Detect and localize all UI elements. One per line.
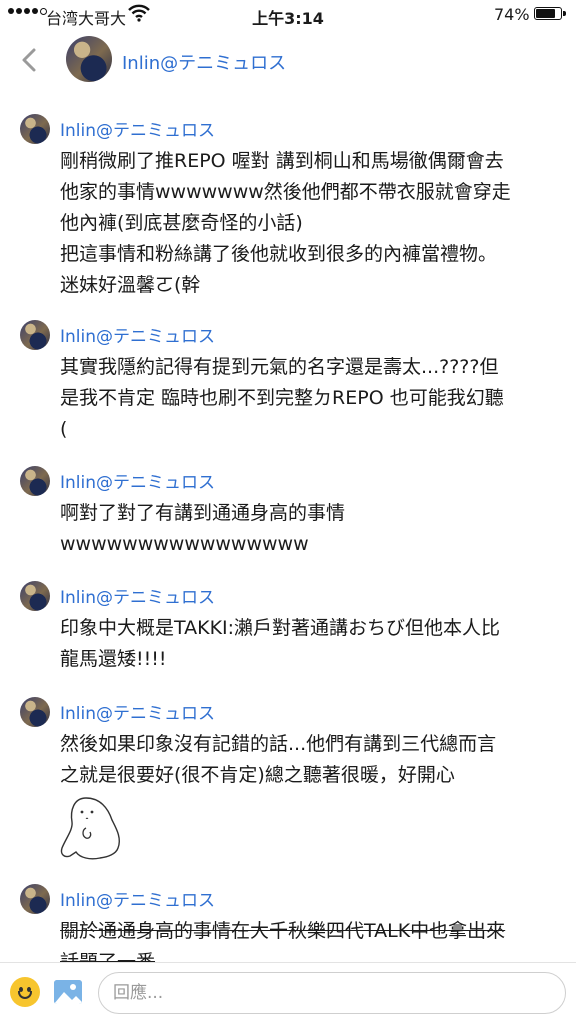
avatar[interactable] (20, 884, 50, 914)
emoji-icon[interactable] (10, 977, 40, 1007)
author-name[interactable]: Inlin@テニミュロス (60, 116, 215, 141)
avatar[interactable] (66, 36, 112, 82)
chevron-left-icon[interactable] (18, 46, 42, 74)
battery-percent: 74% (494, 5, 530, 24)
sticker-image (60, 797, 121, 860)
author-name[interactable]: Inlin@テニミュロス (60, 886, 215, 911)
author-name[interactable]: Inlin@テニミュロス (60, 699, 215, 724)
conversation-header: Inlin@テニミュロス (0, 30, 576, 90)
avatar[interactable] (20, 114, 50, 144)
battery-icon (534, 7, 566, 20)
post-text: 印象中大概是TAKKI:瀨戶對著通講おちび但他本人比 龍馬還矮!!!! (60, 617, 501, 670)
post-text: 剛稍微刷了推REPO 喔對 講到桐山和馬場徹偶爾會去 他家的事情wwwwwww然… (60, 150, 511, 296)
post-text: 然後如果印象沒有記錯的話...他們有講到三代總而言 之就是很要好(很不肯定)總之… (60, 733, 497, 786)
clock: 上午3:14 (252, 9, 324, 28)
reply-input[interactable]: 回應... (98, 972, 566, 1014)
reply-composer: 回應... (0, 962, 576, 1025)
avatar[interactable] (20, 581, 50, 611)
author-name[interactable]: Inlin@テニミュロス (60, 322, 215, 347)
image-icon[interactable] (54, 980, 82, 1004)
author-name[interactable]: Inlin@テニミュロス (60, 583, 215, 608)
post-text: 啊對了對了有講到通通身高的事情 wwwwwwwwwwwwwwww (60, 502, 346, 555)
page-title[interactable]: Inlin@テニミュロス (122, 49, 286, 75)
avatar[interactable] (20, 320, 50, 350)
status-bar: 台湾大哥大 上午3:14 74% (0, 0, 576, 30)
post-text: 其實我隱約記得有提到元氣的名字還是壽太...????但 是我不肯定 臨時也刷不到… (60, 356, 504, 440)
author-name[interactable]: Inlin@テニミュロス (60, 468, 215, 493)
avatar[interactable] (20, 697, 50, 727)
avatar[interactable] (20, 466, 50, 496)
